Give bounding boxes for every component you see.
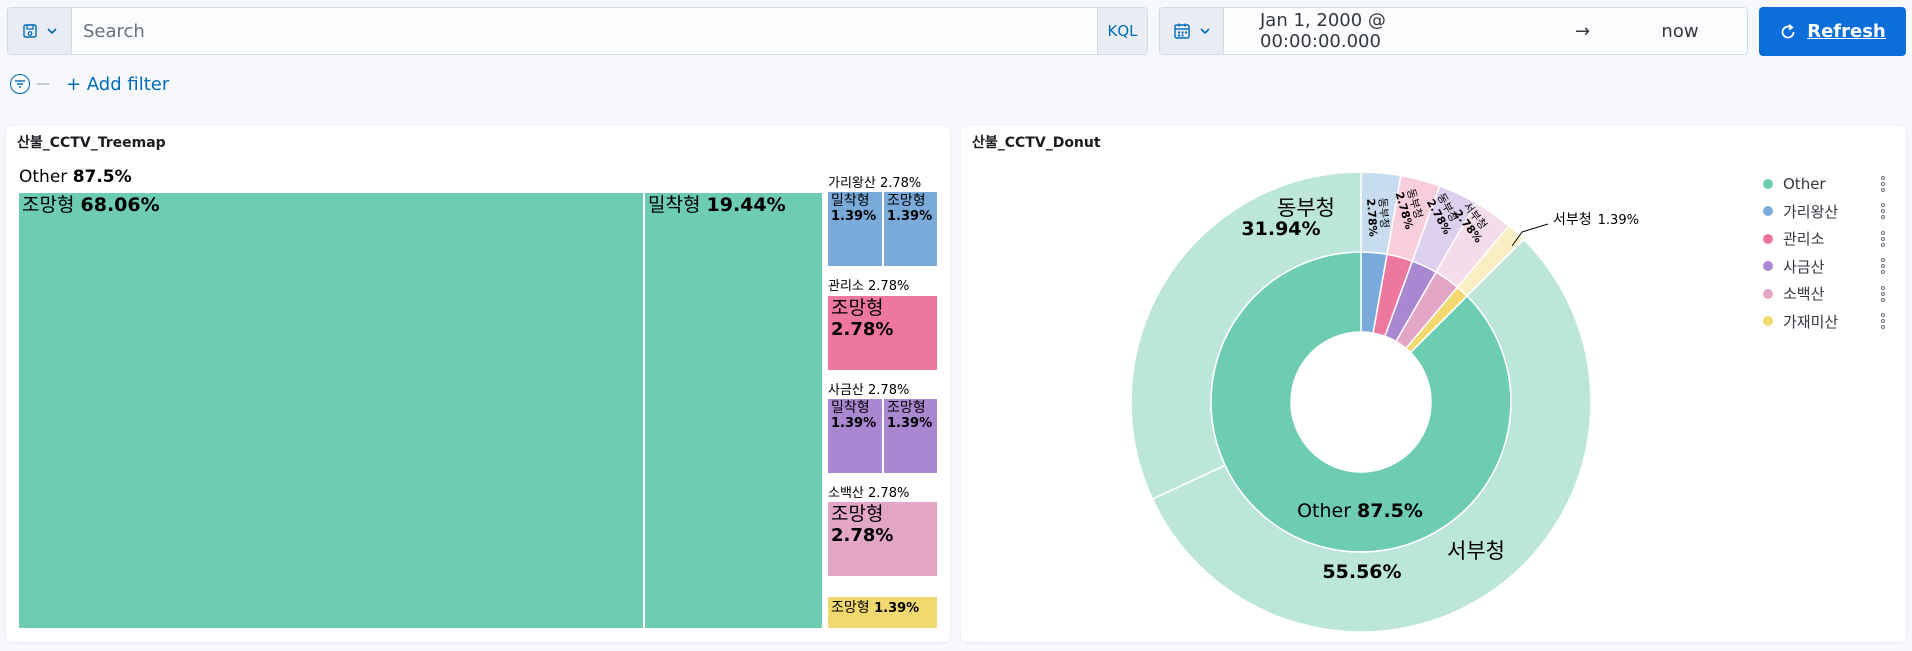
outer-label-dongbu-pct: 31.94%	[1241, 218, 1320, 240]
label-name: Other	[1297, 500, 1351, 522]
legend-options-icon[interactable]	[1878, 285, 1888, 302]
legend-item[interactable]: 소백산	[1763, 280, 1885, 308]
legend-item[interactable]: 가리왕산	[1763, 198, 1885, 226]
legend-color-dot	[1763, 288, 1773, 299]
label-pct: 87.5%	[1357, 500, 1423, 522]
legend-options-icon[interactable]	[1878, 175, 1888, 192]
outer-label-seobu-name: 서부청	[1447, 539, 1505, 563]
legend-color-dot	[1763, 233, 1773, 244]
legend-item[interactable]: Other	[1763, 170, 1885, 198]
legend-label: 소백산	[1783, 285, 1825, 304]
legend-item[interactable]: 가재미산	[1763, 308, 1885, 336]
legend-item[interactable]: 관리소	[1763, 225, 1885, 253]
donut-chart: 서부청 1.39% 동부청 31.94% 서부청 55.56% Other 87.5…	[1130, 171, 1639, 633]
chart-legend: Other 가리왕산관리소사금산소백산가재미산	[1763, 170, 1885, 336]
label-pct: 1.39%	[1598, 213, 1639, 228]
legend-label: 가리왕산	[1783, 202, 1839, 221]
legend-color-dot	[1763, 316, 1773, 327]
legend-label: Other	[1783, 174, 1826, 193]
legend-label: 관리소	[1783, 230, 1825, 249]
legend-color-dot	[1763, 206, 1773, 217]
legend-color-dot	[1763, 178, 1773, 189]
outer-label-dongbu-name: 동부청	[1277, 196, 1335, 220]
legend-label: 가재미산	[1783, 312, 1839, 331]
legend-item[interactable]: 사금산	[1763, 253, 1885, 281]
legend-options-icon[interactable]	[1878, 230, 1888, 247]
legend-color-dot	[1763, 261, 1773, 272]
outer-label-seobu-pct: 55.56%	[1322, 561, 1401, 583]
outer-label-seobu-small: 서부청 1.39%	[1553, 212, 1639, 228]
legend-label: 사금산	[1783, 257, 1825, 276]
label-name: 서부청	[1553, 212, 1592, 228]
inner-label-other: Other 87.5%	[1297, 500, 1423, 522]
legend-options-icon[interactable]	[1878, 258, 1888, 275]
label-pct: 2.78%	[1364, 198, 1380, 237]
legend-options-icon[interactable]	[1878, 313, 1888, 330]
legend-options-icon[interactable]	[1878, 203, 1888, 220]
